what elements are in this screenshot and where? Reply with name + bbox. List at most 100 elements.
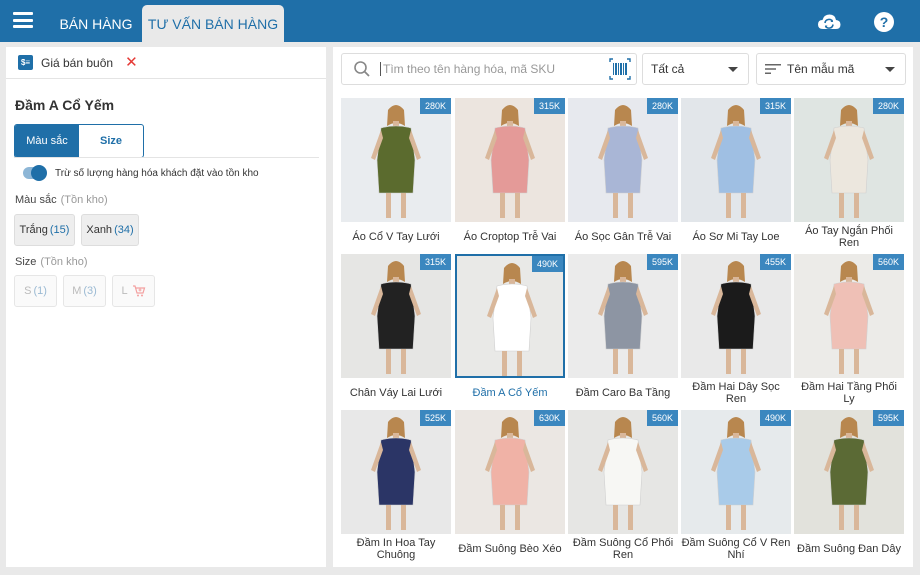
- product-card[interactable]: 315K Áo Croptop Trễ Vai: [455, 98, 565, 250]
- stock-deduct-toggle[interactable]: [23, 165, 47, 181]
- sort-icon: [765, 64, 781, 74]
- sort-dropdown[interactable]: Tên mẫu mã: [756, 53, 906, 85]
- price-badge: 630K: [533, 410, 565, 426]
- price-list-icon: $≡: [18, 55, 33, 70]
- product-name: Áo Croptop Trễ Vai: [463, 231, 557, 243]
- help-icon[interactable]: ?: [871, 9, 897, 35]
- product-card[interactable]: 315K Áo Sơ Mi Tay Loe: [681, 98, 791, 250]
- product-card[interactable]: 630K Đầm Suông Bèo Xéo: [455, 410, 565, 562]
- product-card[interactable]: 560K Đầm Hai Tầng Phối Ly: [794, 254, 904, 406]
- category-dropdown-label: Tất cả: [651, 62, 685, 76]
- product-image: 560K: [568, 410, 678, 534]
- product-card[interactable]: 490K Đầm Suông Cổ V Ren Nhí: [681, 410, 791, 562]
- price-badge: 490K: [759, 410, 791, 426]
- product-name: Đầm A Cổ Yếm: [472, 387, 548, 399]
- barcode-icon[interactable]: [608, 57, 632, 81]
- price-badge: 560K: [646, 410, 678, 426]
- product-card[interactable]: 280K Áo Cổ V Tay Lưới: [341, 98, 451, 250]
- product-image: 630K: [455, 410, 565, 534]
- search-icon: [354, 61, 370, 77]
- product-image: 280K: [341, 98, 451, 222]
- product-panel: Tất cả Tên mẫu mã 280K Áo Cổ V Tay Lưới 31…: [333, 47, 913, 567]
- product-image: 525K: [341, 410, 451, 534]
- product-image: 490K: [455, 254, 565, 378]
- color-option-blue[interactable]: Xanh (34): [81, 214, 139, 246]
- product-image: 280K: [568, 98, 678, 222]
- tab-sale[interactable]: BÁN HÀNG: [50, 5, 142, 42]
- product-name: Đầm Suông Bèo Xéo: [458, 543, 562, 555]
- product-image: 595K: [568, 254, 678, 378]
- sort-dropdown-label: Tên mẫu mã: [787, 62, 855, 76]
- variant-tabs: Màu sắc Size: [14, 124, 144, 158]
- product-image: 315K: [455, 98, 565, 222]
- product-card[interactable]: 315K Chân Váy Lai Lưới: [341, 254, 451, 406]
- variant-panel: $≡ Giá bán buôn ✕ Đầm A Cổ Yếm Màu sắc S…: [6, 47, 326, 567]
- product-card[interactable]: 595K Đầm Suông Đan Dây: [794, 410, 904, 562]
- price-badge: 560K: [872, 254, 904, 270]
- product-title: Đầm A Cổ Yếm: [15, 97, 115, 113]
- product-image: 490K: [681, 410, 791, 534]
- size-option-s[interactable]: S (1): [14, 275, 57, 307]
- price-list-bar: $≡ Giá bán buôn ✕: [6, 47, 326, 79]
- product-name: Đầm Hai Tầng Phối Ly: [801, 381, 897, 405]
- size-option-m[interactable]: M (3): [63, 275, 106, 307]
- price-badge: 455K: [759, 254, 791, 270]
- product-name: Áo Tay Ngắn Phối Ren: [805, 225, 893, 249]
- size-section-label: Size (Tồn kho): [15, 256, 88, 268]
- product-name: Đầm Hai Dây Sọc Ren: [692, 381, 780, 405]
- toggle-label: Trừ số lượng hàng hóa khách đặt vào tồn …: [55, 167, 259, 179]
- price-badge: 525K: [419, 410, 451, 426]
- product-name: Chân Váy Lai Lưới: [349, 387, 443, 399]
- product-name: Áo Cổ V Tay Lưới: [352, 231, 440, 243]
- product-card[interactable]: 525K Đầm In Hoa Tay Chuông: [341, 410, 451, 562]
- tab-size[interactable]: Size: [79, 125, 143, 157]
- price-badge: 280K: [419, 98, 451, 114]
- menu-icon[interactable]: [13, 12, 33, 28]
- top-bar: BÁN HÀNG TƯ VẤN BÁN HÀNG ?: [0, 0, 920, 42]
- product-image: 595K: [794, 410, 904, 534]
- product-name: Đầm Suông Cổ Phối Ren: [572, 537, 674, 561]
- product-image: 315K: [681, 98, 791, 222]
- product-image: 280K: [794, 98, 904, 222]
- product-name: Đầm Suông Cổ V Ren Nhí: [681, 537, 791, 561]
- product-image: 315K: [341, 254, 451, 378]
- product-image: 560K: [794, 254, 904, 378]
- size-option-l[interactable]: L: [112, 275, 155, 307]
- product-name: Đầm Suông Đan Dây: [797, 543, 901, 555]
- svg-text:?: ?: [880, 14, 889, 30]
- cart-icon: [132, 285, 145, 297]
- search-box: [341, 53, 637, 85]
- product-name: Áo Sọc Gân Trễ Vai: [574, 231, 672, 243]
- product-image: 455K: [681, 254, 791, 378]
- product-name: Đầm In Hoa Tay Chuông: [356, 537, 436, 561]
- divider: [14, 157, 319, 158]
- close-icon[interactable]: ✕: [125, 55, 138, 70]
- product-card[interactable]: 560K Đầm Suông Cổ Phối Ren: [568, 410, 678, 562]
- price-badge: 490K: [531, 256, 563, 272]
- stock-toggle-row: Trừ số lượng hàng hóa khách đặt vào tồn …: [23, 165, 259, 181]
- caret-down-icon: [885, 67, 895, 72]
- product-name: Đầm Caro Ba Tầng: [575, 387, 671, 399]
- price-badge: 280K: [872, 98, 904, 114]
- price-badge: 315K: [759, 98, 791, 114]
- search-input[interactable]: [380, 62, 600, 76]
- price-badge: 315K: [419, 254, 451, 270]
- color-section-label: Màu sắc (Tồn kho): [15, 194, 108, 206]
- cloud-sync-icon[interactable]: [816, 9, 842, 35]
- category-dropdown[interactable]: Tất cả: [642, 53, 749, 85]
- price-badge: 595K: [872, 410, 904, 426]
- product-card[interactable]: 490K Đầm A Cổ Yếm: [455, 254, 565, 406]
- price-badge: 280K: [646, 98, 678, 114]
- caret-down-icon: [728, 67, 738, 72]
- tab-sales-consult[interactable]: TƯ VẤN BÁN HÀNG: [142, 5, 284, 42]
- price-badge: 595K: [646, 254, 678, 270]
- product-card[interactable]: 595K Đầm Caro Ba Tầng: [568, 254, 678, 406]
- product-card[interactable]: 280K Áo Tay Ngắn Phối Ren: [794, 98, 904, 250]
- price-badge: 315K: [533, 98, 565, 114]
- product-card[interactable]: 455K Đầm Hai Dây Sọc Ren: [681, 254, 791, 406]
- price-list-label[interactable]: Giá bán buôn: [41, 56, 113, 70]
- tab-color[interactable]: Màu sắc: [15, 125, 79, 157]
- product-card[interactable]: 280K Áo Sọc Gân Trễ Vai: [568, 98, 678, 250]
- product-name: Áo Sơ Mi Tay Loe: [692, 231, 780, 243]
- color-option-white[interactable]: Trắng (15): [14, 214, 75, 246]
